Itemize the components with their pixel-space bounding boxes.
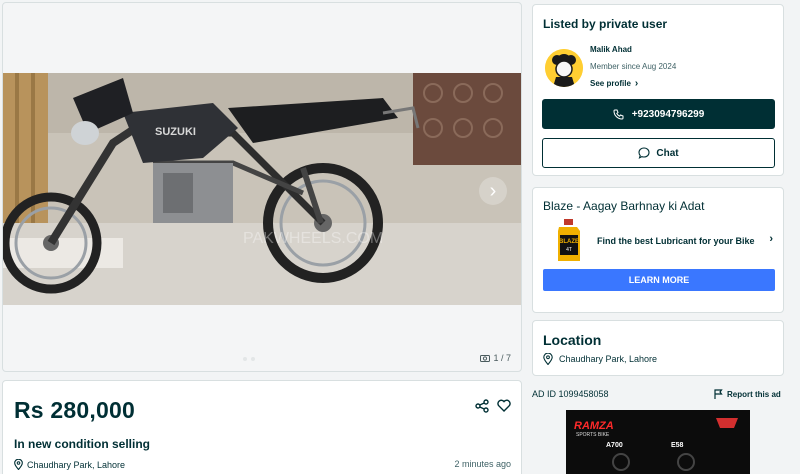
page: SUZUKI PAKWHEELS.COM › 1 / 7 Rs 280,000 bbox=[0, 0, 800, 474]
listing-title: In new condition selling bbox=[14, 437, 151, 451]
watermark: PAKWHEELS.COM bbox=[243, 230, 383, 247]
chevron-right-icon: › bbox=[634, 78, 639, 89]
seller-card: Listed by private user Malik Ahad Member… bbox=[532, 4, 784, 176]
dot[interactable] bbox=[251, 357, 255, 361]
location-heading: Location bbox=[543, 332, 602, 348]
price: Rs 280,000 bbox=[14, 397, 135, 423]
see-profile-link[interactable]: See profile › bbox=[590, 78, 638, 89]
call-button[interactable]: +923094796299 bbox=[542, 99, 775, 129]
location-pin-icon bbox=[543, 353, 553, 365]
gallery-dots bbox=[243, 357, 255, 361]
listing-photo[interactable]: SUZUKI PAKWHEELS.COM bbox=[3, 73, 521, 305]
phone-icon bbox=[613, 109, 624, 120]
chevron-right-icon[interactable]: › bbox=[769, 233, 773, 245]
motorcycle-photo: SUZUKI PAKWHEELS.COM bbox=[3, 73, 521, 305]
lubricant-bottle-icon: BLAZE 4T bbox=[558, 219, 580, 261]
banner-ad[interactable]: RAMZA SPORTS BIKE A700 E58 bbox=[566, 410, 750, 474]
location-pin-icon bbox=[14, 459, 23, 470]
learn-more-button[interactable]: LEARN MORE bbox=[543, 269, 775, 291]
sponsored-ad-card[interactable]: Blaze - Aagay Barhnay ki Adat BLAZE 4T F… bbox=[532, 187, 784, 313]
seller-heading: Listed by private user bbox=[543, 17, 668, 31]
camera-icon bbox=[480, 355, 491, 362]
chat-bubble-icon bbox=[638, 147, 650, 159]
chat-button-label: Chat bbox=[656, 147, 679, 159]
svg-text:BLAZE: BLAZE bbox=[559, 239, 579, 245]
location-card: Location Chaudhary Park, Lahore bbox=[532, 320, 784, 376]
flag-icon bbox=[714, 389, 723, 399]
ad-heading: Blaze - Aagay Barhnay ki Adat bbox=[543, 199, 705, 213]
listing-location-text: Chaudhary Park, Lahore bbox=[27, 459, 126, 470]
banner-artwork bbox=[612, 418, 738, 471]
member-since: Member since Aug 2024 bbox=[590, 62, 677, 71]
location-value: Chaudhary Park, Lahore bbox=[543, 353, 657, 365]
favorite-heart-icon[interactable] bbox=[497, 399, 511, 412]
see-profile-label: See profile bbox=[590, 79, 631, 88]
call-button-label: +923094796299 bbox=[631, 108, 705, 120]
price-card: Rs 280,000 In new condition selling Chau… bbox=[2, 380, 522, 474]
seller-avatar[interactable] bbox=[545, 49, 583, 87]
ad-id: AD ID 1099458058 bbox=[532, 389, 609, 399]
listing-location: Chaudhary Park, Lahore bbox=[14, 459, 125, 470]
chevron-right-icon: › bbox=[489, 179, 497, 202]
image-gallery[interactable]: SUZUKI PAKWHEELS.COM › 1 / 7 bbox=[2, 2, 522, 372]
avatar-icon bbox=[545, 49, 583, 87]
dot[interactable] bbox=[243, 357, 247, 361]
share-icon[interactable] bbox=[475, 399, 489, 413]
chat-button[interactable]: Chat bbox=[542, 138, 775, 168]
next-image-button[interactable]: › bbox=[479, 177, 507, 205]
report-ad-label: Report this ad bbox=[727, 389, 781, 399]
svg-text:SUZUKI: SUZUKI bbox=[155, 126, 196, 138]
image-counter: 1 / 7 bbox=[480, 353, 511, 363]
svg-text:4T: 4T bbox=[566, 247, 572, 253]
location-value-text: Chaudhary Park, Lahore bbox=[559, 354, 658, 364]
posted-time: 2 minutes ago bbox=[454, 459, 511, 469]
report-ad-link[interactable]: Report this ad bbox=[714, 389, 781, 399]
image-counter-text: 1 / 7 bbox=[493, 353, 511, 363]
seller-name[interactable]: Malik Ahad bbox=[590, 45, 632, 54]
ad-text: Find the best Lubricant for your Bike bbox=[597, 236, 755, 246]
